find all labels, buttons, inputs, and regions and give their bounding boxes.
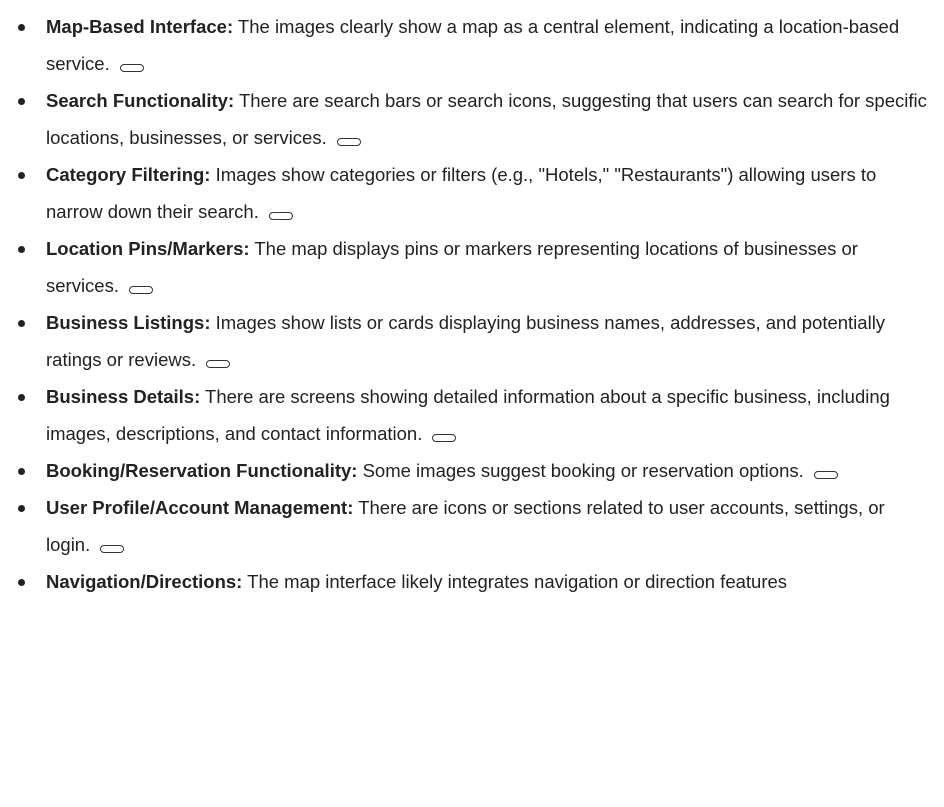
- feature-term: Business Listings:: [46, 312, 211, 333]
- feature-term: Location Pins/Markers:: [46, 238, 250, 259]
- feature-term: Business Details:: [46, 386, 201, 407]
- list-item: Business Details: There are screens show…: [0, 378, 944, 452]
- feature-term: Booking/Reservation Functionality:: [46, 460, 358, 481]
- bullet-icon: [18, 246, 25, 253]
- citation-chip-icon[interactable]: [268, 212, 293, 220]
- citation-chip-icon[interactable]: [336, 138, 361, 146]
- bullet-icon: [18, 468, 25, 475]
- list-item: Location Pins/Markers: The map displays …: [0, 230, 944, 304]
- list-item: Booking/Reservation Functionality: Some …: [0, 452, 944, 489]
- bullet-icon: [18, 579, 25, 586]
- feature-term: Category Filtering:: [46, 164, 211, 185]
- list-item: Business Listings: Images show lists or …: [0, 304, 944, 378]
- list-item: Category Filtering: Images show categori…: [0, 156, 944, 230]
- bullet-icon: [18, 24, 25, 31]
- feature-description: The map interface likely integrates navi…: [247, 571, 788, 592]
- citation-chip-icon[interactable]: [813, 471, 838, 479]
- feature-term: Navigation/Directions:: [46, 571, 243, 592]
- feature-description: Some images suggest booking or reservati…: [362, 460, 804, 481]
- list-item: Search Functionality: There are search b…: [0, 82, 944, 156]
- feature-term: Search Functionality:: [46, 90, 235, 111]
- bullet-icon: [18, 505, 25, 512]
- list-item: Navigation/Directions: The map interface…: [0, 563, 944, 600]
- feature-term: User Profile/Account Management:: [46, 497, 354, 518]
- bullet-icon: [18, 172, 25, 179]
- citation-chip-icon[interactable]: [119, 64, 144, 72]
- bullet-icon: [18, 320, 25, 327]
- bullet-icon: [18, 98, 25, 105]
- feature-term: Map-Based Interface:: [46, 16, 234, 37]
- citation-chip-icon[interactable]: [100, 545, 125, 553]
- citation-chip-icon[interactable]: [432, 434, 457, 442]
- citation-chip-icon[interactable]: [206, 360, 231, 368]
- list-item: User Profile/Account Management: There a…: [0, 489, 944, 563]
- bullet-icon: [18, 394, 25, 401]
- feature-list: Map-Based Interface: The images clearly …: [0, 8, 944, 600]
- citation-chip-icon[interactable]: [129, 286, 153, 294]
- list-item: Map-Based Interface: The images clearly …: [0, 8, 944, 82]
